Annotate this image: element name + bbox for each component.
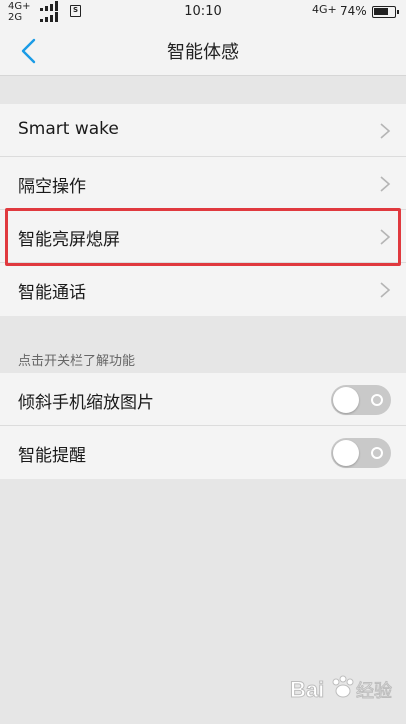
menu-item-smart-call[interactable]: 智能通话 [0, 263, 406, 316]
toggle-knob [333, 387, 359, 413]
screen: 4G+ 2G S 10:10 4G+ 74% 智能体感 Smart wake 隔… [0, 0, 406, 724]
toggle-item-label: 智能提醒 [18, 446, 86, 466]
baidu-jingyan-watermark: Bai 经验 [290, 675, 393, 703]
menu-item-label: Smart wake [18, 119, 119, 139]
battery-icon [372, 6, 399, 18]
page-title: 智能体感 [167, 42, 239, 63]
toggle-list: 倾斜手机缩放图片 智能提醒 [0, 373, 406, 479]
menu-item-label: 隔空操作 [18, 177, 86, 197]
menu-item-smart-wake[interactable]: Smart wake [0, 104, 406, 157]
chevron-right-icon [380, 282, 391, 298]
network-type-label: 4G+ [312, 3, 337, 16]
menu-item-label: 智能亮屏熄屏 [18, 230, 120, 250]
menu-item-smart-screen-on-off[interactable]: 智能亮屏熄屏 [0, 210, 406, 263]
toggle-row-tilt-zoom: 倾斜手机缩放图片 [0, 373, 406, 426]
nav-bar: 智能体感 [0, 24, 406, 76]
battery-percent: 74% [340, 4, 367, 18]
toggle-knob [333, 440, 359, 466]
menu-item-air-gesture[interactable]: 隔空操作 [0, 157, 406, 210]
tilt-zoom-toggle[interactable] [331, 385, 391, 415]
menu-item-label: 智能通话 [18, 283, 86, 303]
chevron-right-icon [380, 176, 391, 192]
toggle-off-icon [371, 447, 383, 459]
section-header: 点击开关栏了解功能 [18, 354, 136, 369]
chevron-right-icon [380, 123, 391, 139]
settings-menu-list: Smart wake 隔空操作 智能亮屏熄屏 智能通话 [0, 104, 406, 316]
chevron-right-icon [380, 229, 391, 245]
status-bar: 4G+ 2G S 10:10 4G+ 74% [0, 0, 406, 24]
toggle-row-smart-reminder: 智能提醒 [0, 426, 406, 479]
watermark-text: Bai [290, 677, 324, 702]
battery-fill [374, 8, 388, 15]
watermark-suffix: 经验 [356, 681, 392, 702]
smart-reminder-toggle[interactable] [331, 438, 391, 468]
toggle-item-label: 倾斜手机缩放图片 [18, 393, 154, 413]
toggle-off-icon [371, 394, 383, 406]
